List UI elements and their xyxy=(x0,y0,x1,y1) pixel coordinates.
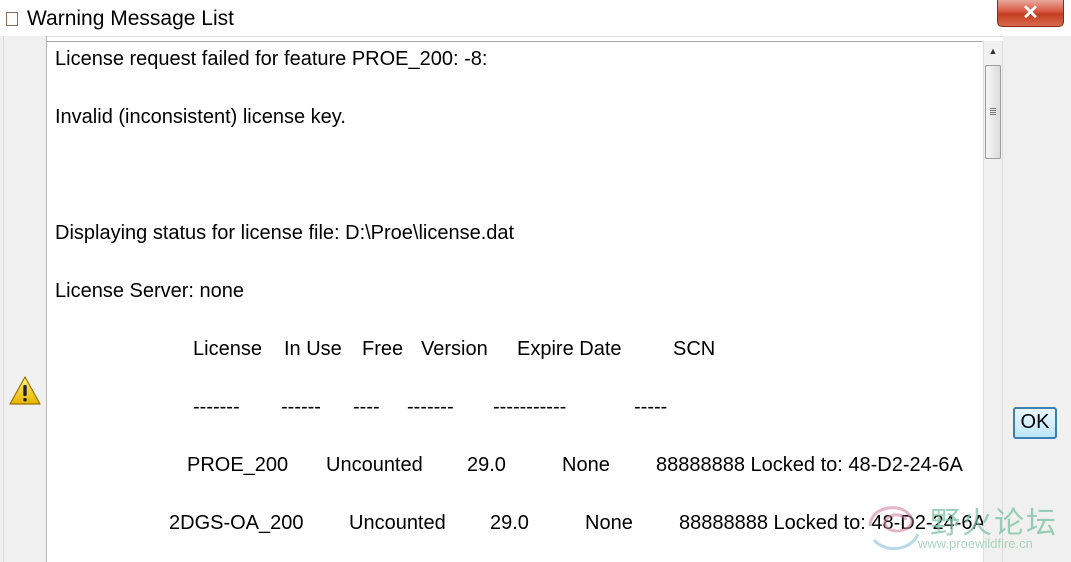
panel-divider xyxy=(3,36,4,562)
warning-dialog: Warning Message List ✕ License request f… xyxy=(0,0,1071,562)
in-use-value: Uncounted xyxy=(349,512,446,534)
grip-icon xyxy=(990,108,996,116)
separator: ----------- xyxy=(493,396,567,418)
message-line: License Server: none xyxy=(55,280,245,302)
window-icon xyxy=(6,12,18,26)
ok-button[interactable]: OK xyxy=(1013,407,1057,439)
close-icon: ✕ xyxy=(1022,2,1039,24)
license-name: PROE_200 xyxy=(187,454,289,476)
watermark-logo-icon xyxy=(868,506,920,550)
expire-date-value: None xyxy=(562,454,610,476)
icon-panel xyxy=(0,36,47,562)
separator: ------ xyxy=(281,396,321,418)
vertical-scrollbar[interactable]: ▲ xyxy=(983,41,1003,562)
license-name: 2DGS-OA_200 xyxy=(169,512,304,534)
in-use-value: Uncounted xyxy=(326,454,423,476)
scroll-thumb[interactable] xyxy=(985,65,1001,159)
window-title: Warning Message List xyxy=(27,7,234,30)
column-header: Expire Date xyxy=(517,338,622,360)
message-line: Invalid (inconsistent) license key. xyxy=(55,106,346,128)
column-header: License xyxy=(193,338,262,360)
scroll-up-icon[interactable]: ▲ xyxy=(984,41,1002,61)
column-header: In Use xyxy=(284,338,342,360)
separator: ----- xyxy=(634,396,668,418)
version-value: 29.0 xyxy=(490,512,529,534)
message-line: License request failed for feature PROE_… xyxy=(55,48,488,70)
separator: ------- xyxy=(193,396,240,418)
warning-icon xyxy=(9,376,41,405)
column-header: Version xyxy=(421,338,488,360)
watermark-url: www.proewildfire.cn xyxy=(918,536,1033,551)
expire-date-value: None xyxy=(585,512,633,534)
scn-value: 88888888 Locked to: 48-D2-24-6A xyxy=(656,454,963,476)
title-bar[interactable]: Warning Message List ✕ xyxy=(0,0,1071,37)
message-line: Displaying status for license file: D:\P… xyxy=(55,222,515,244)
separator: ---- xyxy=(353,396,380,418)
button-panel xyxy=(1003,36,1071,562)
column-header: SCN xyxy=(673,338,716,360)
close-button[interactable]: ✕ xyxy=(997,0,1064,27)
column-header: Free xyxy=(362,338,404,360)
version-value: 29.0 xyxy=(467,454,506,476)
message-list[interactable]: License request failed for feature PROE_… xyxy=(47,41,984,562)
separator: ------- xyxy=(407,396,454,418)
